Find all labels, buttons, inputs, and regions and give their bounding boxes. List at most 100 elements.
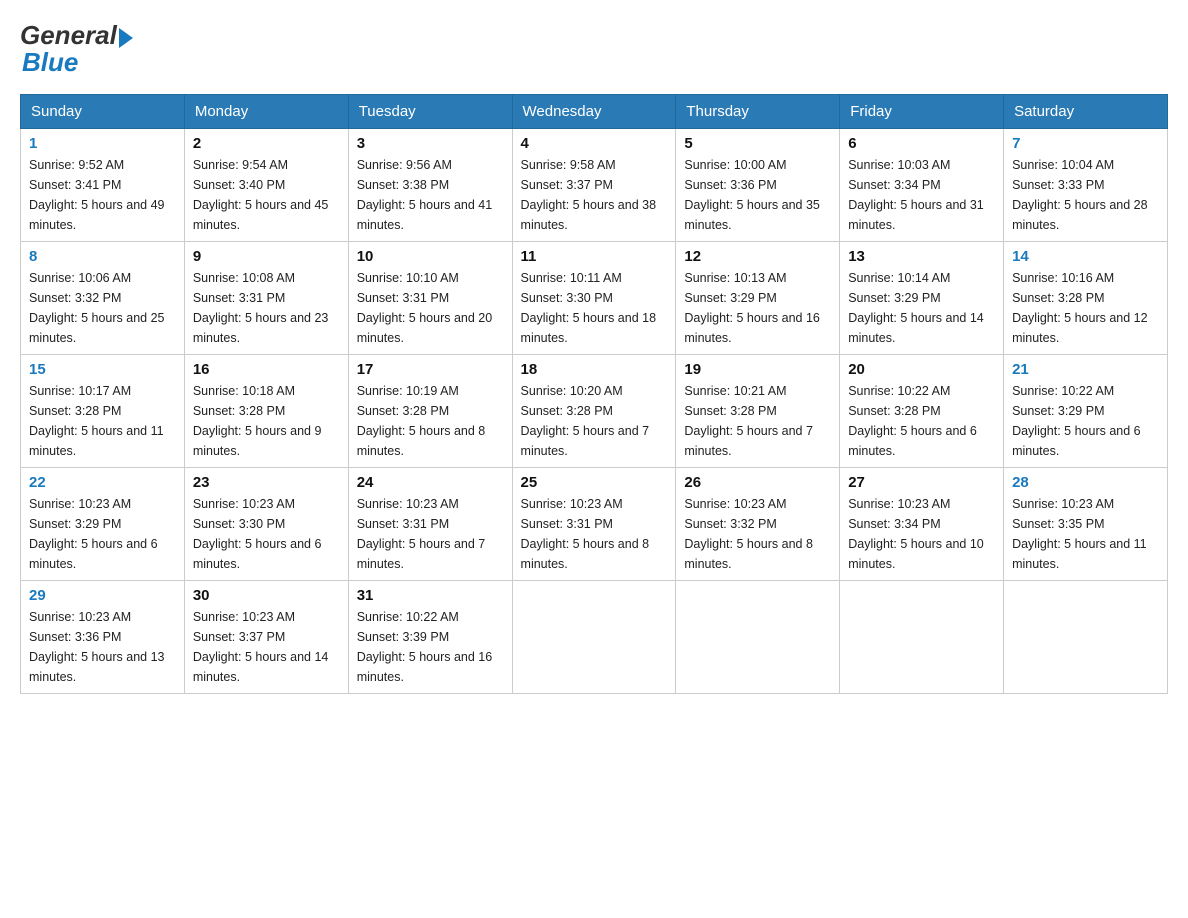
day-number: 25 — [521, 474, 668, 491]
day-info: Sunrise: 10:22 AMSunset: 3:28 PMDaylight… — [848, 381, 995, 461]
day-number: 17 — [357, 361, 504, 378]
day-info: Sunrise: 9:52 AMSunset: 3:41 PMDaylight:… — [29, 155, 176, 235]
day-number: 20 — [848, 361, 995, 378]
calendar-cell: 21Sunrise: 10:22 AMSunset: 3:29 PMDaylig… — [1004, 355, 1168, 468]
calendar-cell: 22Sunrise: 10:23 AMSunset: 3:29 PMDaylig… — [21, 468, 185, 581]
calendar-cell — [512, 581, 676, 694]
day-info: Sunrise: 10:23 AMSunset: 3:34 PMDaylight… — [848, 494, 995, 574]
day-number: 7 — [1012, 135, 1159, 152]
calendar-cell: 12 Sunrise: 10:13 AMSunset: 3:29 PMDaylig… — [676, 242, 840, 355]
day-info: Sunrise: 10:00 AMSunset: 3:36 PMDaylight… — [684, 155, 831, 235]
calendar-cell: 7Sunrise: 10:04 AMSunset: 3:33 PMDayligh… — [1004, 129, 1168, 242]
calendar-cell: 10 Sunrise: 10:10 AMSunset: 3:31 PMDaylig… — [348, 242, 512, 355]
page-header: General Blue — [20, 20, 1168, 78]
weekday-header-tuesday: Tuesday — [348, 95, 512, 129]
calendar-cell: 24 Sunrise: 10:23 AMSunset: 3:31 PMDaylig… — [348, 468, 512, 581]
day-number: 31 — [357, 587, 504, 604]
weekday-header-saturday: Saturday — [1004, 95, 1168, 129]
calendar-cell: 20 Sunrise: 10:22 AMSunset: 3:28 PMDaylig… — [840, 355, 1004, 468]
day-info: Sunrise: 9:54 AMSunset: 3:40 PMDaylight:… — [193, 155, 340, 235]
day-info: Sunrise: 10:11 AMSunset: 3:30 PMDaylight… — [521, 268, 668, 348]
calendar-cell: 28Sunrise: 10:23 AMSunset: 3:35 PMDaylig… — [1004, 468, 1168, 581]
calendar-cell: 8 Sunrise: 10:06 AMSunset: 3:32 PMDayligh… — [21, 242, 185, 355]
day-number: 28 — [1012, 474, 1159, 491]
calendar-week-row: 22Sunrise: 10:23 AMSunset: 3:29 PMDaylig… — [21, 468, 1168, 581]
calendar-cell: 11 Sunrise: 10:11 AMSunset: 3:30 PMDaylig… — [512, 242, 676, 355]
calendar-cell: 27 Sunrise: 10:23 AMSunset: 3:34 PMDaylig… — [840, 468, 1004, 581]
calendar-cell: 17 Sunrise: 10:19 AMSunset: 3:28 PMDaylig… — [348, 355, 512, 468]
day-info: Sunrise: 10:08 AMSunset: 3:31 PMDaylight… — [193, 268, 340, 348]
weekday-header-friday: Friday — [840, 95, 1004, 129]
calendar-cell: 29Sunrise: 10:23 AMSunset: 3:36 PMDaylig… — [21, 581, 185, 694]
day-info: Sunrise: 9:58 AMSunset: 3:37 PMDaylight:… — [521, 155, 668, 235]
day-number: 4 — [521, 135, 668, 152]
day-info: Sunrise: 10:23 AMSunset: 3:32 PMDaylight… — [684, 494, 831, 574]
day-number: 30 — [193, 587, 340, 604]
day-number: 19 — [684, 361, 831, 378]
day-info: Sunrise: 10:19 AMSunset: 3:28 PMDaylight… — [357, 381, 504, 461]
day-info: Sunrise: 10:22 AMSunset: 3:39 PMDaylight… — [357, 607, 504, 687]
day-number: 9 — [193, 248, 340, 265]
calendar-cell: 18 Sunrise: 10:20 AMSunset: 3:28 PMDaylig… — [512, 355, 676, 468]
calendar-week-row: 15Sunrise: 10:17 AMSunset: 3:28 PMDaylig… — [21, 355, 1168, 468]
day-number: 18 — [521, 361, 668, 378]
logo-blue-text: Blue — [22, 47, 78, 78]
calendar-cell: 4 Sunrise: 9:58 AMSunset: 3:37 PMDaylight… — [512, 129, 676, 242]
day-number: 27 — [848, 474, 995, 491]
day-number: 23 — [193, 474, 340, 491]
weekday-header-monday: Monday — [184, 95, 348, 129]
weekday-header-wednesday: Wednesday — [512, 95, 676, 129]
day-info: Sunrise: 10:13 AMSunset: 3:29 PMDaylight… — [684, 268, 831, 348]
day-info: Sunrise: 10:14 AMSunset: 3:29 PMDaylight… — [848, 268, 995, 348]
day-info: Sunrise: 10:18 AMSunset: 3:28 PMDaylight… — [193, 381, 340, 461]
day-info: Sunrise: 10:22 AMSunset: 3:29 PMDaylight… — [1012, 381, 1159, 461]
calendar-week-row: 8 Sunrise: 10:06 AMSunset: 3:32 PMDayligh… — [21, 242, 1168, 355]
day-number: 11 — [521, 248, 668, 265]
day-info: Sunrise: 10:23 AMSunset: 3:31 PMDaylight… — [521, 494, 668, 574]
calendar-cell: 14Sunrise: 10:16 AMSunset: 3:28 PMDaylig… — [1004, 242, 1168, 355]
calendar-cell: 3Sunrise: 9:56 AMSunset: 3:38 PMDaylight… — [348, 129, 512, 242]
day-info: Sunrise: 10:23 AMSunset: 3:36 PMDaylight… — [29, 607, 176, 687]
day-number: 8 — [29, 248, 176, 265]
calendar-cell — [676, 581, 840, 694]
day-info: Sunrise: 10:23 AMSunset: 3:31 PMDaylight… — [357, 494, 504, 574]
calendar-table: SundayMondayTuesdayWednesdayThursdayFrid… — [20, 94, 1168, 694]
day-info: Sunrise: 10:06 AMSunset: 3:32 PMDaylight… — [29, 268, 176, 348]
day-number: 6 — [848, 135, 995, 152]
day-info: Sunrise: 10:03 AMSunset: 3:34 PMDaylight… — [848, 155, 995, 235]
weekday-header-row: SundayMondayTuesdayWednesdayThursdayFrid… — [21, 95, 1168, 129]
day-number: 5 — [684, 135, 831, 152]
calendar-week-row: 29Sunrise: 10:23 AMSunset: 3:36 PMDaylig… — [21, 581, 1168, 694]
day-info: Sunrise: 10:21 AMSunset: 3:28 PMDaylight… — [684, 381, 831, 461]
day-info: Sunrise: 10:16 AMSunset: 3:28 PMDaylight… — [1012, 268, 1159, 348]
calendar-cell: 26 Sunrise: 10:23 AMSunset: 3:32 PMDaylig… — [676, 468, 840, 581]
day-number: 22 — [29, 474, 176, 491]
calendar-cell: 30 Sunrise: 10:23 AMSunset: 3:37 PMDaylig… — [184, 581, 348, 694]
calendar-cell: 6 Sunrise: 10:03 AMSunset: 3:34 PMDayligh… — [840, 129, 1004, 242]
day-info: Sunrise: 9:56 AMSunset: 3:38 PMDaylight:… — [357, 155, 504, 235]
day-info: Sunrise: 10:20 AMSunset: 3:28 PMDaylight… — [521, 381, 668, 461]
day-number: 15 — [29, 361, 176, 378]
day-number: 26 — [684, 474, 831, 491]
weekday-header-sunday: Sunday — [21, 95, 185, 129]
calendar-cell: 23 Sunrise: 10:23 AMSunset: 3:30 PMDaylig… — [184, 468, 348, 581]
calendar-cell: 31 Sunrise: 10:22 AMSunset: 3:39 PMDaylig… — [348, 581, 512, 694]
day-number: 1 — [29, 135, 176, 152]
calendar-cell: 1 Sunrise: 9:52 AMSunset: 3:41 PMDaylight… — [21, 129, 185, 242]
day-number: 2 — [193, 135, 340, 152]
weekday-header-thursday: Thursday — [676, 95, 840, 129]
calendar-cell — [1004, 581, 1168, 694]
day-number: 24 — [357, 474, 504, 491]
day-info: Sunrise: 10:10 AMSunset: 3:31 PMDaylight… — [357, 268, 504, 348]
day-info: Sunrise: 10:23 AMSunset: 3:37 PMDaylight… — [193, 607, 340, 687]
day-number: 12 — [684, 248, 831, 265]
calendar-week-row: 1 Sunrise: 9:52 AMSunset: 3:41 PMDaylight… — [21, 129, 1168, 242]
calendar-cell: 15Sunrise: 10:17 AMSunset: 3:28 PMDaylig… — [21, 355, 185, 468]
calendar-cell: 16Sunrise: 10:18 AMSunset: 3:28 PMDaylig… — [184, 355, 348, 468]
day-number: 13 — [848, 248, 995, 265]
logo: General Blue — [20, 20, 133, 78]
day-number: 10 — [357, 248, 504, 265]
logo-arrow-icon — [119, 28, 133, 48]
calendar-cell: 25 Sunrise: 10:23 AMSunset: 3:31 PMDaylig… — [512, 468, 676, 581]
day-info: Sunrise: 10:23 AMSunset: 3:30 PMDaylight… — [193, 494, 340, 574]
